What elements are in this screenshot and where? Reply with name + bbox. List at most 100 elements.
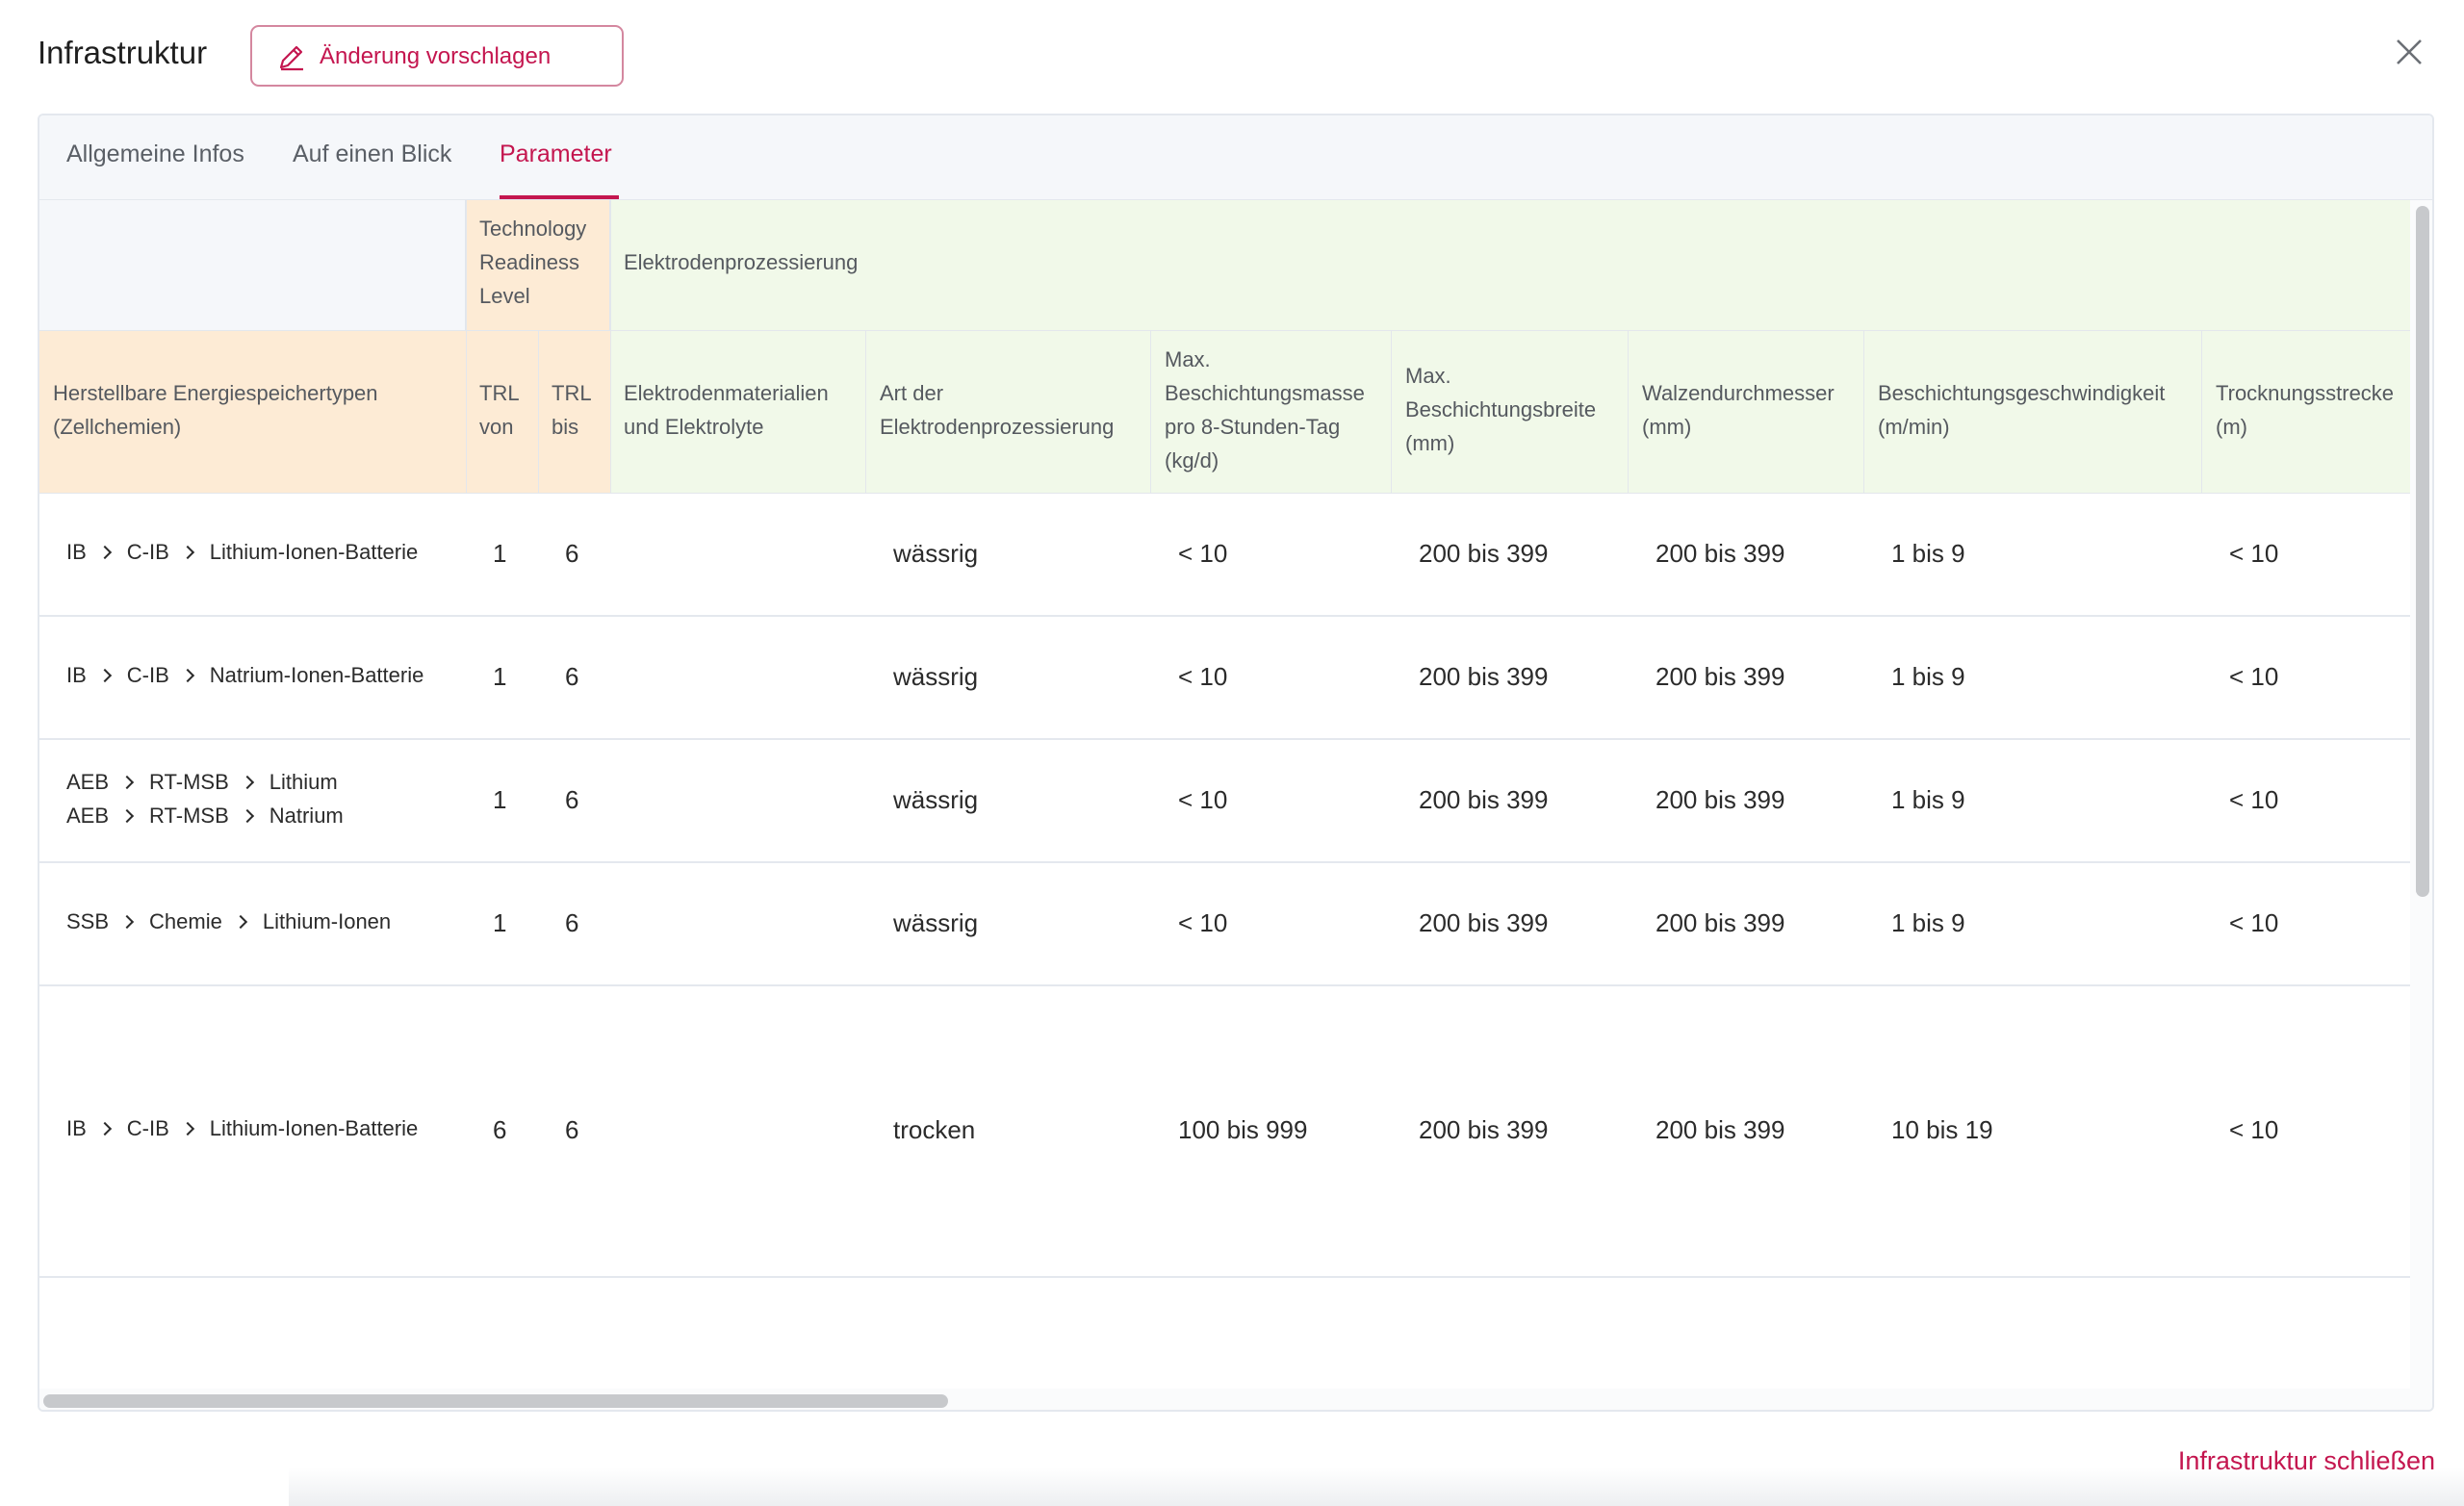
bottom-shadow [289,1468,2464,1506]
group-header-empty [39,200,466,330]
trl-von-value: 1 [493,908,507,937]
art-value: wässrig [893,539,979,568]
breite-value: 200 bis 399 [1419,1115,1549,1144]
trl-bis-value: 6 [565,539,579,568]
group-header-trl-line2: Readiness [479,250,579,274]
trl-bis-value: 6 [565,785,579,814]
geschw-value: 1 bis 9 [1891,539,1965,568]
vertical-scrollbar-thumb[interactable] [2416,206,2429,897]
crumb-item: Lithium-Ionen-Batterie [209,540,419,564]
art-value: wässrig [893,908,979,937]
crumb-item: IB [66,1116,87,1140]
crumb-item: C-IB [126,663,169,687]
tab-parameter[interactable]: Parameter [500,140,612,168]
art-value: wässrig [893,662,979,691]
crumb-item: IB [66,663,87,687]
col-header-trl-bis-line1: TRL [552,381,592,405]
crumb-item: Chemie [149,909,222,933]
trocknung-value: < 10 [2229,908,2279,937]
col-header-breite-line3: (mm) [1405,431,1455,455]
walzen-value: 200 bis 399 [1656,785,1785,814]
geschw-value: 1 bis 9 [1891,785,1965,814]
breite-value: 200 bis 399 [1419,908,1549,937]
col-header-geschw-line2: (m/min) [1878,415,1950,439]
table-row[interactable]: IB C-IB Lithium-Ionen-Batterie 6 6 trocken… [39,986,2410,1278]
masse-value: 100 bis 999 [1178,1115,1308,1144]
group-header-elektroden-label: Elektrodenprozessierung [624,250,859,274]
horizontal-scrollbar-thumb[interactable] [43,1394,948,1408]
type-breadcrumb: SSB Chemie Lithium-Ionen [66,909,391,934]
table-row[interactable]: IB C-IB Lithium-Ionen-Batterie 1 6 wässrig… [39,494,2410,617]
parameter-table[interactable]: Technology Readiness Level Elektrodenpro… [39,200,2410,1389]
crumb-item: SSB [66,909,110,933]
table-row[interactable]: AEB RT-MSB Lithium AEB RT-MSB Natrium 1 6 wä… [39,740,2410,863]
crumb-item: AEB [66,770,110,794]
col-header-art-line1: Art der [880,381,944,405]
table-row[interactable]: IB C-IB Natrium-Ionen-Batterie 1 6 wässrig… [39,617,2410,740]
chevron-right-icon [97,545,112,560]
group-header-trl-line1: Technology [479,217,587,241]
divider [2201,330,2202,494]
masse-value: < 10 [1178,785,1228,814]
col-header-masse-line1: Max. [1165,347,1211,371]
walzen-value: 200 bis 399 [1656,1115,1785,1144]
breite-value: 200 bis 399 [1419,785,1549,814]
divider [538,330,539,494]
crumb-item: RT-MSB [149,770,229,794]
crumb-item: C-IB [126,1116,169,1140]
suggest-change-label: Änderung vorschlagen [320,43,552,69]
page-title: Infrastruktur [38,35,208,70]
crumb-item: IB [66,540,87,564]
col-header-trl-von-line1: TRL [479,381,520,405]
col-header-geschw-line1: Beschichtungsgeschwindigkeit [1878,381,2166,405]
masse-value: < 10 [1178,908,1228,937]
breite-value: 200 bis 399 [1419,662,1549,691]
col-header-trl-von-line2: von [479,415,514,439]
walzen-value: 200 bis 399 [1656,908,1785,937]
masse-value: < 10 [1178,662,1228,691]
col-header-breite-line1: Max. [1405,364,1451,388]
type-breadcrumb: IB C-IB Lithium-Ionen-Batterie [66,540,418,565]
divider [1863,330,1864,494]
trl-von-value: 1 [493,662,507,691]
divider [865,330,866,494]
suggest-change-button[interactable]: Änderung vorschlagen [250,25,624,87]
table-row[interactable]: SSB Chemie Lithium-Ionen 1 6 wässrig < 10 … [39,863,2410,986]
content-panel: Allgemeine Infos Auf einen Blick Paramet… [38,114,2434,1412]
chevron-right-icon [240,808,254,824]
close-icon[interactable] [2392,35,2426,69]
chevron-right-icon [233,914,247,930]
divider [1150,330,1151,494]
crumb-item: Lithium-Ionen-Batterie [209,1116,419,1140]
col-header-art-line2: Elektrodenprozessierung [880,415,1115,439]
geschw-value: 1 bis 9 [1891,662,1965,691]
col-header-masse-line2: Beschichtungsmasse [1165,381,1365,405]
trocknung-value: < 10 [2229,1115,2279,1144]
art-value: trocken [893,1115,976,1144]
pencil-icon [279,45,303,71]
chevron-right-icon [180,1121,194,1136]
divider [39,330,2410,331]
col-header-breite-line2: Beschichtungsbreite [1405,397,1597,421]
trl-bis-value: 6 [565,908,579,937]
crumb-item: AEB [66,804,110,828]
crumb-item: Lithium [269,770,338,794]
trocknung-value: < 10 [2229,539,2279,568]
active-tab-indicator [500,195,619,199]
col-header-masse-line4: (kg/d) [1165,448,1219,472]
group-header-trl: Technology Readiness Level [466,200,610,330]
chevron-right-icon [180,668,194,683]
crumb-item: Lithium-Ionen [262,909,392,933]
col-header-trl-bis-line2: bis [552,415,579,439]
tab-allgemeine-infos[interactable]: Allgemeine Infos [66,140,244,168]
walzen-value: 200 bis 399 [1656,662,1785,691]
trocknung-value: < 10 [2229,662,2279,691]
crumb-item: RT-MSB [149,804,229,828]
chevron-right-icon [119,808,135,824]
tab-auf-einen-blick[interactable]: Auf einen Blick [293,140,451,168]
chevron-right-icon [119,914,135,930]
art-value: wässrig [893,785,979,814]
col-header-types-line1: Herstellbare Energiespeichertypen [53,381,378,405]
trocknung-value: < 10 [2229,785,2279,814]
col-header-materialien-line2: und Elektrolyte [624,415,764,439]
